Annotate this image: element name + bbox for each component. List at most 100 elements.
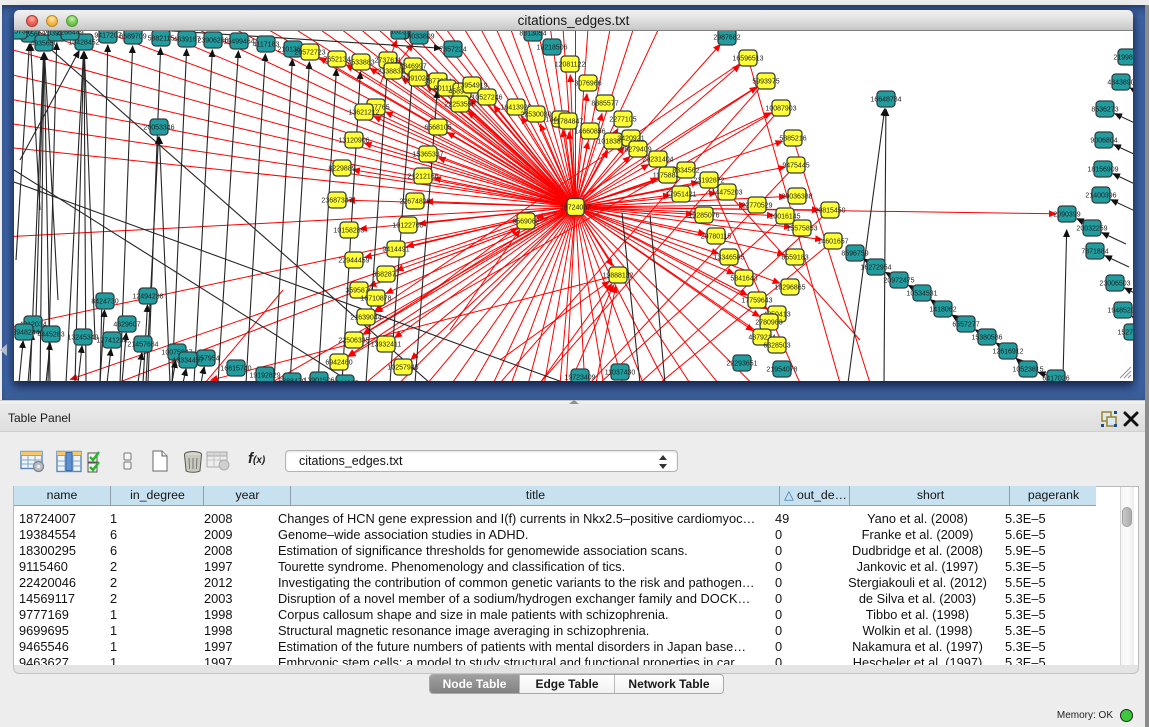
svg-text:21400396: 21400396 — [1085, 193, 1116, 200]
svg-text:23006503: 23006503 — [1099, 281, 1130, 288]
svg-text:16710878: 16710878 — [360, 296, 391, 303]
svg-text:1418062: 1418062 — [929, 307, 956, 314]
svg-text:14475203: 14475203 — [711, 190, 742, 197]
svg-text:7357224: 7357224 — [439, 47, 466, 54]
svg-text:8424730: 8424730 — [91, 299, 118, 306]
svg-text:4629607: 4629607 — [113, 322, 140, 329]
svg-text:13346585: 13346585 — [713, 255, 744, 262]
svg-text:10257945: 10257945 — [387, 365, 418, 372]
svg-text:5841643: 5841643 — [730, 276, 757, 283]
svg-text:8279409: 8279409 — [624, 147, 651, 154]
svg-text:18296865: 18296865 — [774, 285, 805, 292]
svg-text:13120906: 13120906 — [338, 138, 369, 145]
svg-text:9417207: 9417207 — [94, 33, 121, 40]
svg-text:11784847: 11784847 — [553, 119, 584, 126]
svg-text:8596759: 8596759 — [841, 251, 868, 258]
svg-text:21954078: 21954078 — [766, 367, 797, 374]
svg-text:16033809: 16033809 — [403, 34, 434, 41]
svg-text:19192829: 19192829 — [249, 373, 280, 380]
svg-text:8885577: 8885577 — [591, 101, 618, 108]
svg-text:2780963: 2780963 — [755, 320, 782, 327]
svg-text:14660856: 14660856 — [574, 129, 605, 136]
svg-text:19499464: 19499464 — [223, 39, 254, 46]
svg-text:8813054: 8813054 — [519, 31, 546, 38]
svg-text:17951421: 17951421 — [665, 192, 696, 199]
svg-text:8229889: 8229889 — [328, 166, 355, 173]
svg-text:15276749: 15276749 — [1117, 330, 1133, 337]
svg-text:18724007: 18724007 — [560, 205, 591, 212]
svg-text:2199828: 2199828 — [1113, 55, 1133, 62]
svg-text:21212166: 21212166 — [407, 174, 438, 181]
svg-text:10534531: 10534531 — [906, 291, 937, 298]
svg-text:16272954: 16272954 — [860, 265, 891, 272]
svg-text:22293651: 22293651 — [726, 361, 757, 368]
svg-text:3076966: 3076966 — [574, 81, 601, 88]
svg-text:2090399: 2090399 — [1053, 212, 1080, 219]
svg-text:6682877: 6682877 — [372, 272, 399, 279]
svg-text:10087903: 10087903 — [765, 106, 796, 113]
svg-text:20572723: 20572723 — [294, 50, 325, 57]
svg-text:22770529: 22770529 — [741, 203, 772, 210]
svg-text:26053346: 26053346 — [143, 125, 174, 132]
svg-text:3533883: 3533883 — [347, 60, 374, 67]
svg-text:15575853: 15575853 — [786, 226, 817, 233]
svg-text:22944459: 22944459 — [338, 258, 369, 265]
svg-text:12616912: 12616912 — [992, 349, 1023, 356]
svg-text:5885216: 5885216 — [779, 136, 806, 143]
svg-text:6417026: 6417026 — [1042, 376, 1069, 381]
svg-text:5993975: 5993975 — [752, 79, 779, 86]
svg-text:9414491: 9414491 — [382, 247, 409, 254]
svg-text:19485201: 19485201 — [1107, 308, 1133, 315]
svg-text:15365337: 15365337 — [412, 152, 443, 159]
svg-text:15380586: 15380586 — [971, 335, 1002, 342]
svg-text:8334562: 8334562 — [672, 168, 699, 175]
svg-text:20231404: 20231404 — [642, 157, 673, 164]
svg-text:19122760: 19122760 — [392, 223, 423, 230]
svg-text:13621212: 13621212 — [348, 110, 379, 117]
svg-text:19218506: 19218506 — [536, 45, 567, 52]
svg-text:12741238: 12741238 — [96, 338, 127, 345]
svg-text:8689709: 8689709 — [119, 34, 146, 41]
svg-text:23687347: 23687347 — [321, 198, 352, 205]
svg-text:20036388: 20036388 — [781, 194, 812, 201]
svg-text:5388470: 5388470 — [278, 379, 305, 381]
svg-text:6328503: 6328503 — [763, 343, 790, 350]
svg-text:20032259: 20032259 — [1076, 226, 1107, 233]
svg-text:15357347: 15357347 — [14, 31, 34, 36]
svg-text:22253595: 22253595 — [444, 102, 475, 109]
svg-text:4117183: 4117183 — [253, 42, 280, 49]
svg-text:8536273: 8536273 — [1091, 107, 1118, 114]
svg-text:8559183: 8559183 — [781, 255, 808, 262]
svg-text:21639044: 21639044 — [350, 315, 381, 322]
svg-text:16648784: 16648784 — [870, 97, 901, 104]
svg-text:23192872: 23192872 — [693, 178, 724, 185]
svg-text:13334457: 13334457 — [172, 358, 203, 365]
svg-text:13948244: 13948244 — [14, 330, 40, 337]
svg-text:10523815: 10523815 — [1012, 367, 1043, 374]
svg-text:13245349: 13245349 — [67, 335, 98, 342]
svg-text:5882115: 5882115 — [148, 36, 175, 43]
svg-text:14601657: 14601657 — [817, 239, 848, 246]
svg-text:6942460: 6942460 — [325, 360, 352, 367]
svg-text:12081122: 12081122 — [555, 62, 586, 69]
svg-text:20815450: 20815450 — [814, 208, 845, 215]
svg-text:8569062: 8569062 — [512, 219, 539, 226]
svg-text:19285076: 19285076 — [688, 213, 719, 220]
svg-text:2987682: 2987682 — [713, 35, 740, 42]
svg-text:18156909: 18156909 — [1087, 167, 1118, 174]
svg-text:4445263: 4445263 — [37, 332, 64, 339]
svg-text:11037430: 11037430 — [605, 370, 636, 377]
svg-text:9475445: 9475445 — [782, 163, 809, 170]
svg-text:21457684: 21457684 — [127, 342, 158, 349]
svg-text:13901506: 13901506 — [303, 378, 334, 381]
svg-text:20972475: 20972475 — [883, 278, 914, 285]
svg-text:6557277: 6557277 — [952, 322, 979, 329]
svg-text:22506335: 22506335 — [338, 338, 369, 345]
svg-text:17759643: 17759643 — [741, 298, 772, 305]
svg-text:13932411: 13932411 — [371, 342, 402, 349]
svg-text:19888132: 19888132 — [602, 273, 633, 280]
svg-text:2277105: 2277105 — [609, 117, 636, 124]
svg-text:16596513: 16596513 — [732, 56, 763, 63]
svg-text:2266449: 2266449 — [56, 31, 83, 37]
svg-text:19723409: 19723409 — [564, 375, 595, 381]
